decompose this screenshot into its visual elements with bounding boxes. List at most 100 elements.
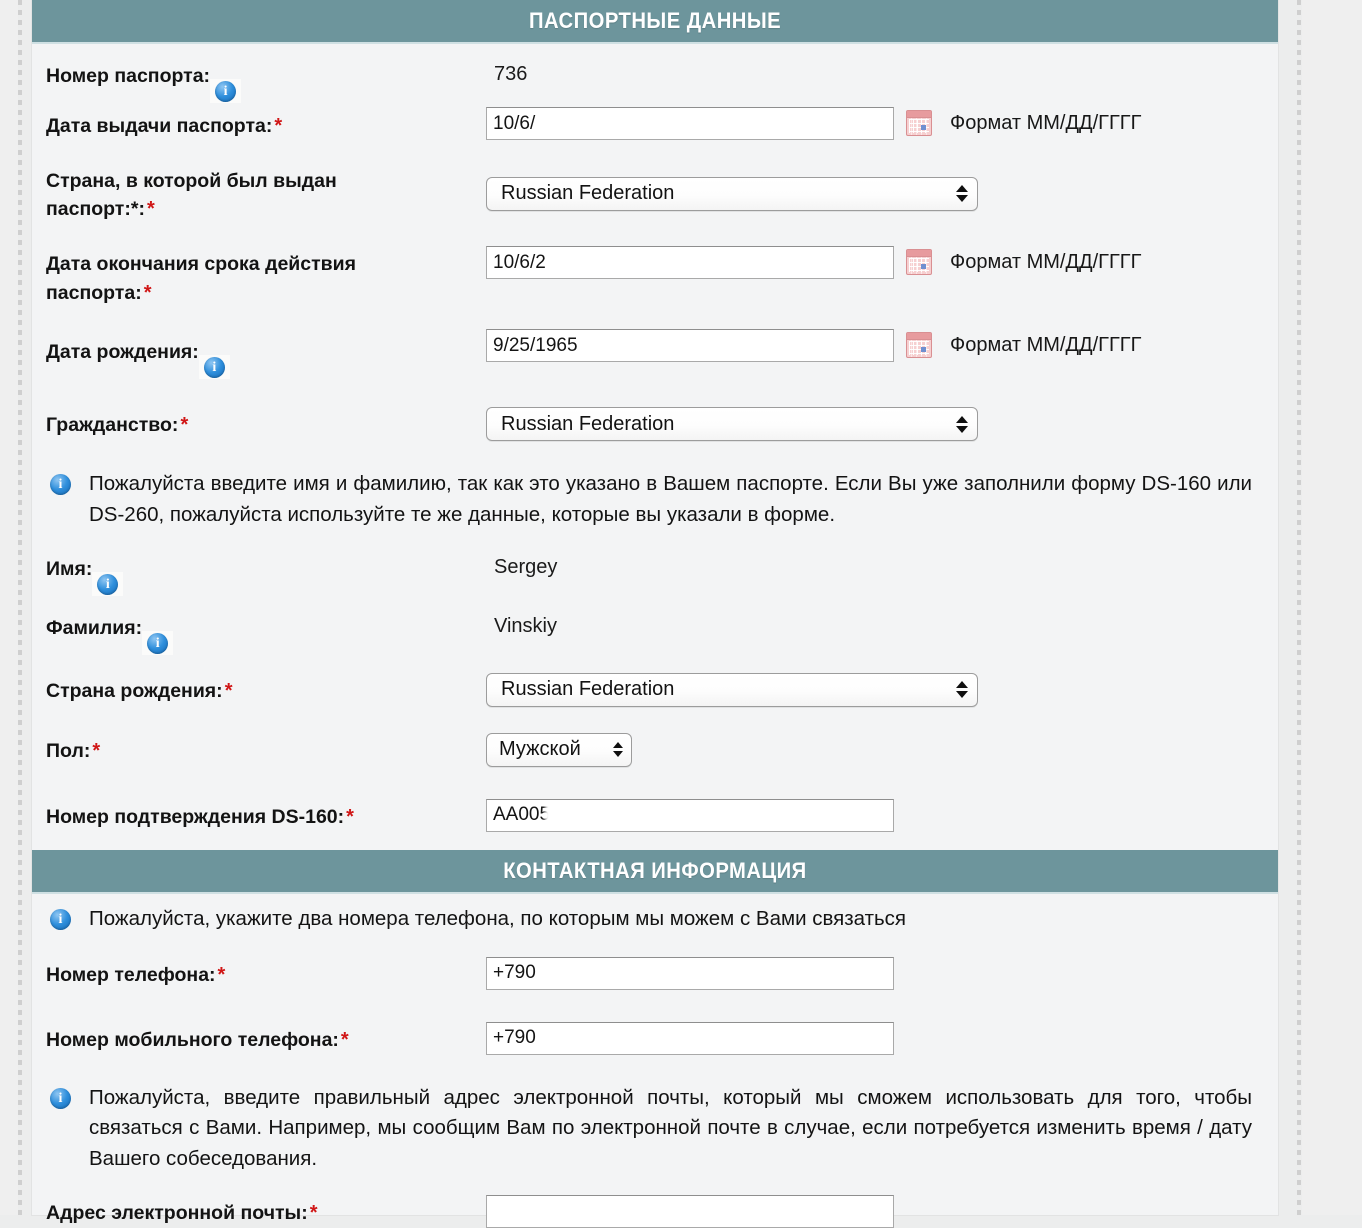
birth-country-value: Russian Federation [501, 678, 675, 701]
calendar-icon[interactable] [906, 332, 932, 359]
field-birth-date: 9/25/1965 Формат ММ/ДД/ГГГГ [486, 325, 1264, 363]
label-passport-number: Номер паспорта: [46, 54, 486, 103]
calendar-icon[interactable] [906, 110, 932, 136]
row-issuing-country: Страна, в которой был выдан паспорт:*: * … [32, 159, 1278, 224]
citizenship-value: Russian Federation [501, 412, 675, 435]
phone-input[interactable]: +790 [486, 956, 894, 990]
birth-date-value: 9/25/1965 [493, 334, 578, 356]
field-phone: +790 [486, 951, 1264, 990]
label-expiry-date: Дата окончания срока действия паспорта: * [46, 253, 357, 304]
expiry-date-input[interactable]: 10/6/2 [486, 246, 894, 280]
label-first-name: Имя: [46, 547, 486, 596]
label-last-name: Фамилия: [46, 606, 486, 655]
row-ds160: Номер подтверждения DS-160: * AA005 [32, 793, 1278, 832]
field-ds160: AA005 [486, 793, 1264, 832]
notice-name-instructions: Пожалуйста введите имя и фамилию, так ка… [32, 459, 1278, 537]
row-expiry-date: Дата окончания срока действия паспорта: *… [32, 242, 1278, 307]
info-icon[interactable] [215, 81, 237, 102]
field-gender: Мужской [486, 725, 1264, 767]
notice-name-text: Пожалуйста введите имя и фамилию, так ка… [89, 472, 1252, 527]
field-email [486, 1191, 1264, 1228]
info-icon-wrap [92, 571, 124, 596]
chevron-updown-icon [956, 415, 968, 433]
label-phone: Номер телефона: * [46, 963, 226, 986]
label-gender: Пол: * [46, 739, 101, 762]
row-passport-number: Номер паспорта: 736 [32, 54, 1278, 103]
label-ds160: Номер подтверждения DS-160: * [46, 805, 354, 828]
expiry-date-format-hint: Формат ММ/ДД/ГГГГ [950, 251, 1142, 274]
section-header-passport: ПАСПОРТНЫЕ ДАННЫЕ [32, 0, 1278, 44]
row-email: Адрес электронной почты: * [32, 1191, 1278, 1228]
issue-date-input[interactable]: 10/6/ [486, 107, 894, 140]
row-first-name: Имя: Sergey [32, 547, 1278, 596]
field-issue-date: 10/6/ Формат ММ/ДД/ГГГГ [486, 103, 1264, 140]
required-marker: * [217, 963, 226, 986]
issue-date-format-hint: Формат ММ/ДД/ГГГГ [950, 112, 1142, 134]
row-mobile-phone: Номер мобильного телефона: * +790 [32, 1016, 1278, 1055]
required-marker: * [143, 281, 152, 304]
issuing-country-select[interactable]: Russian Federation [486, 176, 978, 211]
section-title-passport: ПАСПОРТНЫЕ ДАННЫЕ [528, 8, 782, 33]
required-marker: * [274, 115, 283, 137]
field-citizenship: Russian Federation [486, 397, 1264, 442]
notice-phone-instructions: Пожалуйста, укажите два номера телефона,… [32, 894, 1278, 941]
row-issue-date: Дата выдачи паспорта: * 10/6/ Формат ММ/Д… [32, 103, 1278, 141]
redaction-overlay [553, 249, 623, 276]
last-name-value: Vinskiy [494, 614, 557, 637]
gender-select[interactable]: Мужской [486, 732, 632, 767]
birth-date-input[interactable]: 9/25/1965 [486, 329, 894, 363]
field-first-name: Sergey [486, 547, 1264, 579]
ds160-input[interactable]: AA005 [486, 798, 894, 832]
row-phone: Номер телефона: * +790 [32, 951, 1278, 990]
left-margin-rule [18, 0, 22, 1215]
info-icon[interactable] [147, 632, 169, 654]
label-issue-date: Дата выдачи паспорта: * [46, 115, 283, 137]
info-icon[interactable] [203, 357, 225, 379]
birth-date-format-hint: Формат ММ/ДД/ГГГГ [950, 334, 1142, 357]
row-birth-date: Дата рождения: 9/25/1965 Формат ММ/ДД/ГГ… [32, 325, 1278, 380]
required-marker: * [346, 805, 354, 828]
contact-form-body: Пожалуйста, укажите два номера телефона,… [32, 894, 1278, 1228]
calendar-icon[interactable] [906, 249, 932, 276]
required-marker: * [92, 739, 101, 762]
passport-form-body: Номер паспорта: 736 Дата выдачи паспорта… [32, 44, 1278, 850]
gender-value: Мужской [499, 738, 581, 761]
right-margin-rule [1297, 0, 1301, 1215]
field-issuing-country: Russian Federation [486, 159, 1264, 211]
page-gutter-right [1302, 0, 1362, 1215]
info-icon [50, 474, 71, 496]
info-icon-wrap [198, 355, 230, 380]
field-mobile-phone: +790 [486, 1016, 1264, 1055]
label-birth-date: Дата рождения: [46, 325, 486, 380]
notice-email-text: Пожалуйста, введите правильный адрес эле… [89, 1085, 1252, 1171]
chevron-updown-icon [956, 185, 968, 203]
mobile-phone-value: +790 [493, 1027, 536, 1049]
required-marker: * [309, 1201, 318, 1224]
row-last-name: Фамилия: Vinskiy [32, 606, 1278, 655]
phone-value: +790 [493, 962, 536, 984]
page-gutter-left [0, 0, 18, 1215]
issue-date-value: 10/6/ [493, 112, 536, 134]
field-last-name: Vinskiy [486, 606, 1264, 638]
label-citizenship: Гражданство: * [46, 414, 189, 437]
info-icon [50, 908, 71, 930]
section-header-contact: КОНТАКТНАЯ ИНФОРМАЦИЯ [32, 849, 1278, 894]
citizenship-select[interactable]: Russian Federation [486, 407, 978, 442]
required-marker: * [340, 1028, 349, 1051]
info-icon[interactable] [97, 573, 119, 595]
field-passport-number: 736 [486, 54, 1264, 86]
birth-country-select[interactable]: Russian Federation [486, 672, 978, 707]
info-icon [50, 1087, 71, 1109]
mobile-phone-input[interactable]: +790 [486, 1021, 894, 1055]
notice-email-instructions: Пожалуйста, введите правильный адрес эле… [32, 1073, 1278, 1181]
issuing-country-value: Russian Federation [501, 182, 675, 205]
section-title-contact: КОНТАКТНАЯ ИНФОРМАЦИЯ [503, 857, 807, 883]
required-marker: * [224, 679, 233, 702]
form-sheet: ПАСПОРТНЫЕ ДАННЫЕ Номер паспорта: 736 Да… [32, 0, 1278, 1228]
row-citizenship: Гражданство: * Russian Federation [32, 397, 1278, 442]
notice-phone-text: Пожалуйста, укажите два номера телефона,… [89, 906, 906, 930]
chevron-updown-icon [613, 742, 623, 758]
field-expiry-date: 10/6/2 Формат ММ/ДД/ГГГГ [486, 242, 1264, 280]
email-input[interactable] [486, 1194, 894, 1228]
label-email: Адрес электронной почты: * [46, 1201, 318, 1224]
